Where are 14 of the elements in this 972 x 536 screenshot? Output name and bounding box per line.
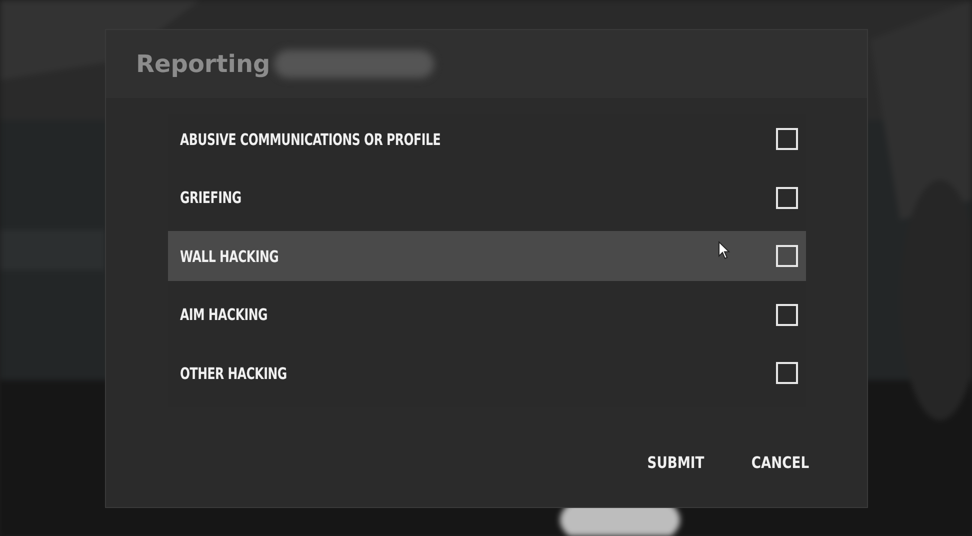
report-option[interactable]: OTHER HACKING [168, 348, 806, 398]
report-option[interactable]: WALL HACKING [168, 231, 806, 281]
checkbox[interactable] [776, 245, 798, 267]
report-option[interactable]: ABUSIVE COMMUNICATIONS OR PROFILE [168, 114, 806, 164]
report-option[interactable]: AIM HACKING [168, 290, 806, 340]
checkbox[interactable] [776, 304, 798, 326]
cursor-icon [718, 241, 730, 260]
checkbox[interactable] [776, 128, 798, 150]
report-option[interactable]: GRIEFING [168, 172, 806, 222]
checkbox[interactable] [776, 362, 798, 384]
dialog-title: Reporting [136, 50, 270, 78]
submit-button[interactable]: SUBMIT [644, 451, 708, 474]
checkbox[interactable] [776, 186, 798, 208]
cancel-button[interactable]: CANCEL [748, 451, 812, 474]
